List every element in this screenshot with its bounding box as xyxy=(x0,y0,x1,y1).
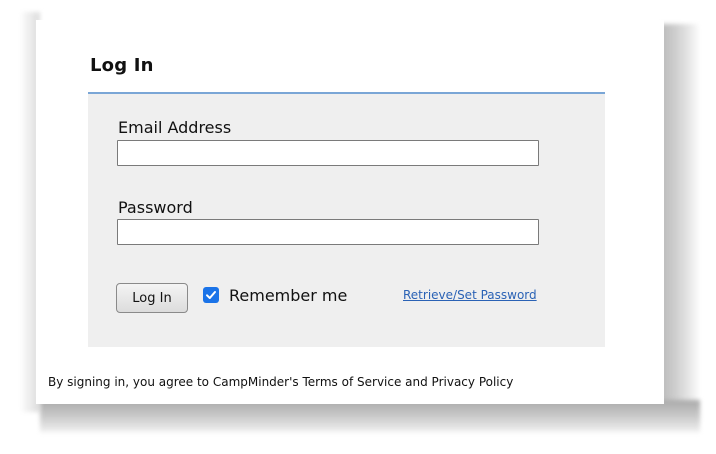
terms-notice: By signing in, you agree to CampMinder's… xyxy=(48,375,514,389)
checkmark-icon xyxy=(206,291,216,299)
email-field[interactable] xyxy=(117,140,539,166)
password-label: Password xyxy=(118,198,193,217)
login-title: Log In xyxy=(90,55,154,76)
retrieve-password-link[interactable]: Retrieve/Set Password xyxy=(403,288,537,302)
screenshot-stage: Log In Email Address Password Log In Rem… xyxy=(0,0,716,454)
remember-me-label: Remember me xyxy=(229,285,348,305)
login-window: Log In Email Address Password Log In Rem… xyxy=(36,20,664,404)
window-shadow-bottom xyxy=(40,400,700,434)
remember-me-checkbox[interactable] xyxy=(203,287,219,303)
login-button[interactable]: Log In xyxy=(116,283,188,313)
remember-me-control[interactable]: Remember me xyxy=(203,284,347,306)
password-field[interactable] xyxy=(117,219,539,245)
email-label: Email Address xyxy=(118,118,232,137)
window-shadow-right xyxy=(660,24,700,424)
